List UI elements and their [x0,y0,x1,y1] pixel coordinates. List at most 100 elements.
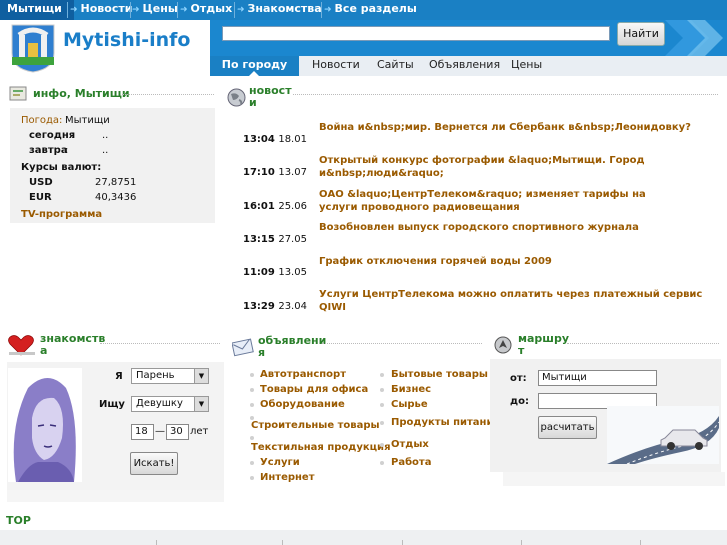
dating-title: знакомств а [40,333,105,357]
bullet-icon [380,373,384,377]
route-panel-bottom [503,472,725,486]
ads-category-link[interactable]: Продукты питания [391,417,500,428]
news-item-time: 11:09 13.05 [243,267,307,278]
nav-item-label: Мытищи [7,2,62,15]
news-date: 23.04 [278,301,307,312]
chevron-down-icon: ▼ [194,369,208,383]
decorative-arrows [665,20,723,56]
nav-item-label: Отдых [190,2,233,15]
news-item-title[interactable]: График отключения горячей воды 2009 [319,255,719,268]
pointer-icon [248,71,260,77]
nav-item-dating[interactable]: ➜ Знакомства [235,0,322,20]
heart-icon [8,335,35,356]
info-title: инфо, Мытищи [33,87,130,100]
news-time: 13:15 [243,234,275,245]
usd-value: 27,8751 [95,177,137,188]
arrow-right-icon: ➜ [324,5,332,15]
gender-select[interactable]: Парень ▼ [131,368,209,384]
dating-search-button[interactable]: Искать! [130,452,178,475]
ads-category-link[interactable]: Интернет [260,472,315,483]
news-item-title[interactable]: Услуги ЦентрТелекома можно оплатить чере… [319,288,719,314]
age-from-input[interactable]: 18 [131,424,154,440]
weather-label[interactable]: Погода: [21,115,62,126]
nav-item-prices[interactable]: ➜ Цены [130,0,178,20]
news-date: 13.07 [278,167,307,178]
route-title-line1: маршру [518,332,570,345]
logo-text[interactable]: Mytishi-info [63,29,190,51]
nav-item-all-sections[interactable]: ➜ Все разделы [322,0,417,20]
nav-item-mytishi[interactable]: Мытищи [0,0,74,20]
dating-title-line2: а [40,344,48,357]
ads-category-link[interactable]: Отдых [391,439,429,450]
ads-category-link[interactable]: Автотранспорт [260,369,346,380]
route-to-label: до: [510,396,529,407]
usd-label: USD [29,177,53,188]
tv-program-link[interactable]: TV-программа [21,209,102,220]
seek-select[interactable]: Девушку ▼ [131,396,209,412]
ads-category-link[interactable]: Оборудование [260,399,345,410]
search-input[interactable] [222,26,610,41]
search-button[interactable]: Найти [617,22,665,46]
arrow-right-icon: ➜ [237,5,245,15]
route-calculate-button[interactable]: расчитать [538,416,597,439]
news-item-title[interactable]: Открытый конкурс фотографии &laquo;Мытищ… [319,154,649,180]
nav-item-news[interactable]: ➜ Новости [68,0,132,20]
news-time: 11:09 [243,267,275,278]
today-colon: : [71,130,75,141]
arrow-right-icon: ➜ [132,5,140,15]
bullet-icon [250,436,254,440]
ads-category-link[interactable]: Строительные товары [251,420,380,431]
logo-area: Mytishi-info [0,20,210,76]
news-item-title[interactable]: Война и&nbsp;мир. Вернется ли Сбербанк в… [319,121,719,134]
sub-nav: По городу Новости Сайты Объявления Цены [210,56,727,77]
separator [521,540,522,545]
chevron-down-icon: ▼ [194,397,208,411]
bullet-icon [380,421,384,425]
bullet-icon [250,403,254,407]
ads-category-link[interactable]: Сырье [391,399,428,410]
bullet-icon [380,443,384,447]
ads-category-link[interactable]: Услуги [260,457,300,468]
arrow-right-icon: ➜ [180,5,188,15]
route-icon [494,336,512,354]
news-item-time: 13:04 18.01 [243,134,307,145]
nav-item-leisure[interactable]: ➜ Отдых [178,0,232,20]
news-item-title[interactable]: Возобновлен выпуск городского спортивног… [319,221,719,234]
subnav-item-prices[interactable]: Цены [511,56,542,76]
ads-category-link[interactable]: Бизнес [391,384,431,395]
route-from-input[interactable]: Мытищи [538,370,657,386]
news-item-time: 16:01 25.06 [243,201,307,212]
nav-item-label: Все разделы [334,2,417,15]
seek-label: Ищу [99,399,125,410]
news-item-title[interactable]: ОАО &laquo;ЦентрТелеком&raquo; изменяет … [319,188,664,214]
bullet-icon [380,461,384,465]
news-time: 13:29 [243,301,275,312]
coat-of-arms-icon [11,24,55,73]
dating-title-line1: знакомств [40,332,106,345]
ads-category-link[interactable]: Работа [391,457,431,468]
subnav-item-sites[interactable]: Сайты [377,56,414,76]
i-am-label: Я [115,371,123,382]
ads-category-link[interactable]: Бытовые товары [391,369,488,380]
woman-portrait-image [8,368,82,482]
ads-category-link[interactable]: Текстильная продукция [251,442,391,453]
today-label: сегодня [29,130,76,141]
nav-item-label: Цены [142,2,178,15]
globe-icon [227,88,246,107]
rates-label: Курсы валют: [21,162,102,173]
separator [640,540,641,545]
subnav-item-ads[interactable]: Объявления [429,56,500,76]
news-time: 13:04 [243,134,275,145]
bullet-icon [250,388,254,392]
ads-title-line1: объявлени [258,334,327,347]
news-item-time: 13:15 27.05 [243,234,307,245]
ads-title: объявлени я [258,335,326,359]
divider [322,343,482,345]
eur-value: 40,3436 [95,192,137,203]
bullet-icon [380,403,384,407]
arrow-right-icon: ➜ [70,5,78,15]
seek-select-value: Девушку [136,398,183,409]
age-to-input[interactable]: 30 [166,424,189,440]
subnav-item-news[interactable]: Новости [312,56,360,76]
ads-category-link[interactable]: Товары для офиса [260,384,368,395]
